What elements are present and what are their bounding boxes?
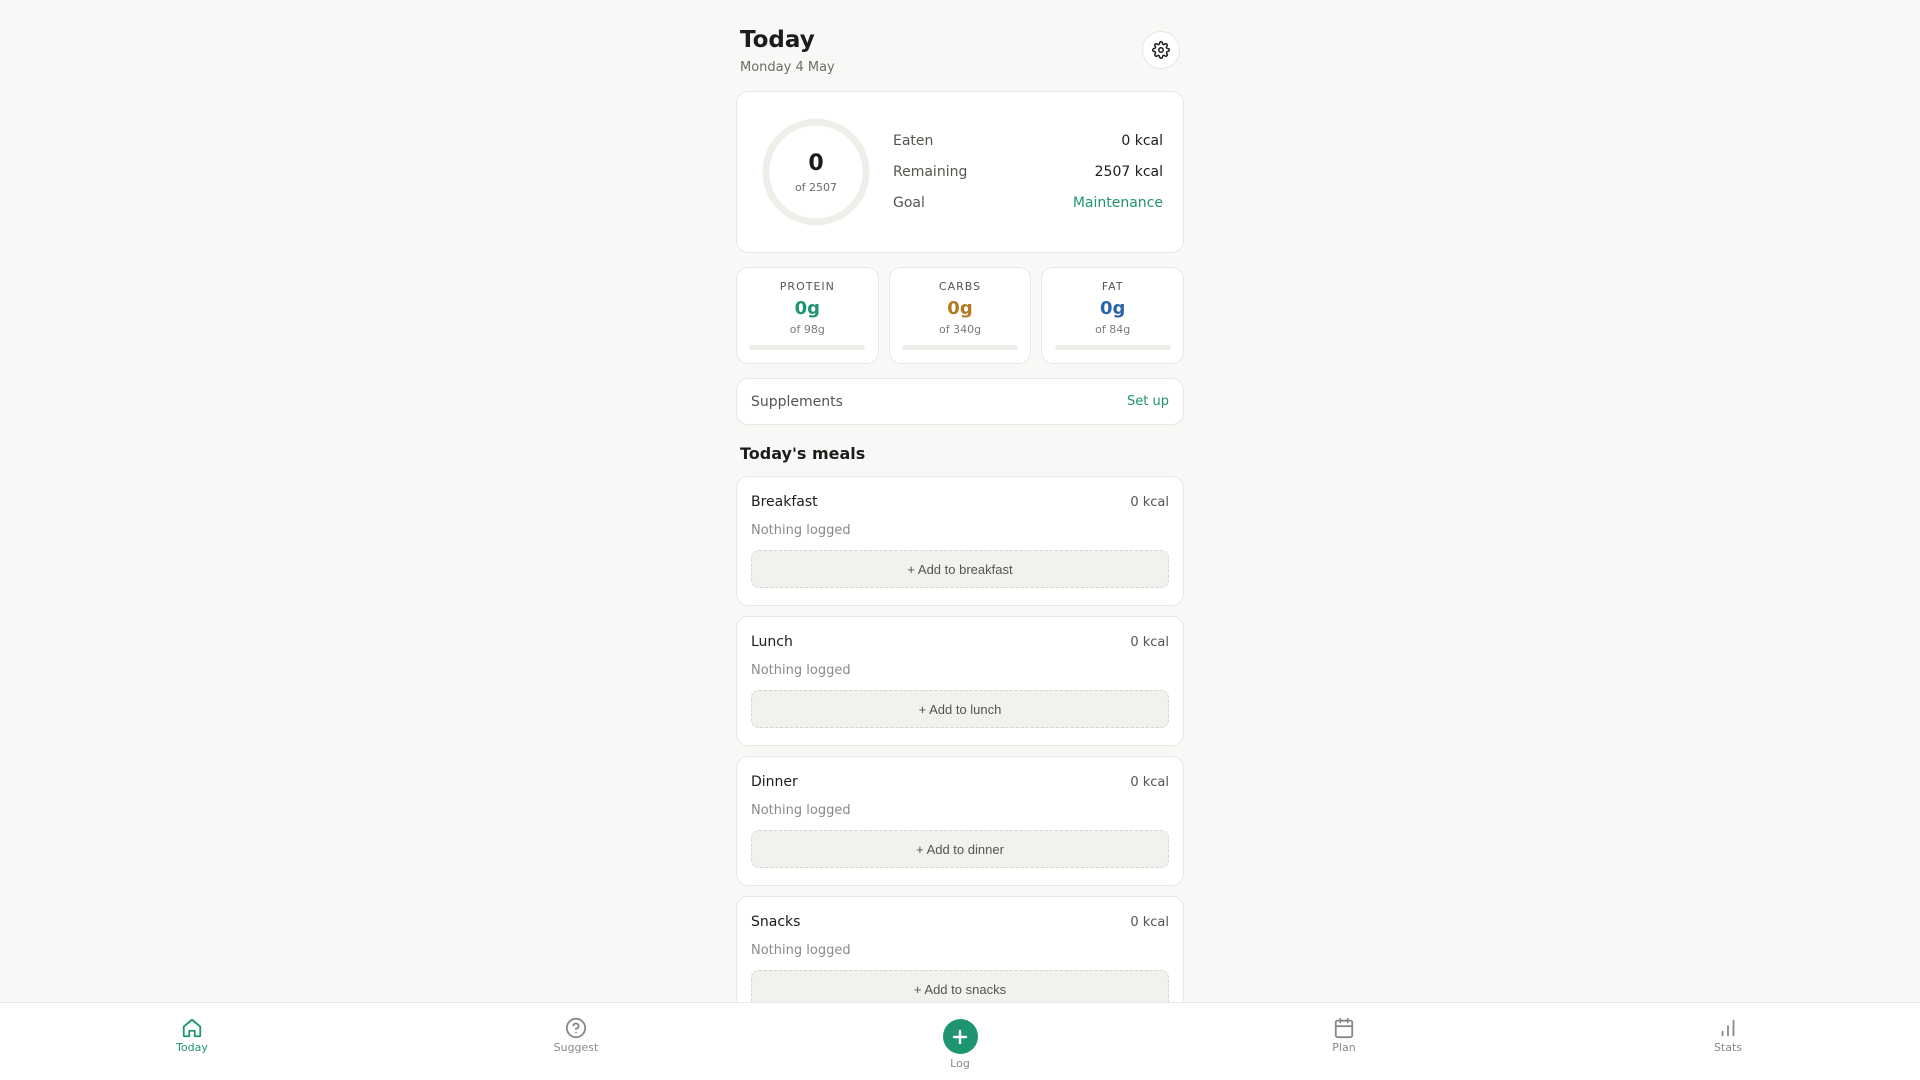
page-date: Monday 4 May [740, 60, 835, 75]
meal-empty-text: Nothing logged [751, 663, 851, 678]
plus-icon [952, 1029, 968, 1044]
macro-card-carbs: CARBS 0g of 340g [888, 267, 1032, 364]
add-to-breakfast-button[interactable]: + Add to breakfast [751, 550, 1169, 588]
macro-label: FAT [1101, 280, 1124, 293]
meal-name: Snacks [751, 914, 801, 930]
supplements-card[interactable]: Supplements Set up [736, 378, 1184, 425]
bar-chart-icon [1721, 1019, 1735, 1037]
nav-label: Stats [1713, 1041, 1743, 1054]
page-header: Today Monday 4 May [736, 0, 1184, 91]
nav-label: Today [176, 1041, 208, 1054]
calories-eaten-value: 0 [808, 150, 824, 176]
nav-item-suggest[interactable]: Suggest [516, 1017, 636, 1054]
remaining-label: Remaining [893, 164, 968, 180]
meal-name: Dinner [751, 774, 798, 790]
goal-link[interactable]: Maintenance [1073, 195, 1163, 211]
gear-icon [1152, 41, 1170, 59]
macro-card-fat: FAT 0g of 84g [1041, 267, 1184, 364]
meal-empty-text: Nothing logged [751, 943, 851, 958]
macro-target: of 98g [789, 323, 825, 336]
nav-item-stats[interactable]: Stats [1668, 1017, 1788, 1054]
meal-name: Lunch [751, 634, 793, 650]
eaten-row: Eaten 0 kcal [893, 126, 1163, 157]
home-icon [182, 1018, 202, 1038]
nav-item-plan[interactable]: Plan [1284, 1017, 1404, 1054]
add-to-lunch-button[interactable]: + Add to lunch [751, 690, 1169, 728]
calories-target-label: of 2507 [794, 180, 838, 194]
macro-progress-bar [902, 345, 1018, 350]
eaten-value: 0 kcal [1121, 133, 1163, 149]
calorie-details: Eaten 0 kcal Remaining 2507 kcal Goal Ma… [893, 126, 1163, 219]
nav-label: Log [950, 1057, 970, 1070]
meal-kcal: 0 kcal [1130, 494, 1169, 510]
main-content: Today Monday 4 May 0 of 2507 Eaten 0 kca… [736, 0, 1184, 1002]
goal-label: Goal [893, 195, 925, 211]
macro-cards: PROTEIN 0g of 98g CARBS 0g of 340g FAT 0… [736, 267, 1184, 364]
eaten-label: Eaten [893, 133, 934, 149]
remaining-value: 2507 kcal [1094, 164, 1163, 180]
bottom-nav: Today Suggest Log Plan Stats [0, 1002, 1920, 1080]
nav-item-today[interactable]: Today [132, 1017, 252, 1054]
calorie-ring: 0 of 2507 [761, 117, 871, 227]
meal-card-breakfast: Breakfast 0 kcal Nothing logged + Add to… [736, 476, 1184, 606]
macro-target: of 84g [1095, 323, 1131, 336]
page-title: Today [740, 27, 815, 53]
add-to-dinner-button[interactable]: + Add to dinner [751, 830, 1169, 868]
meal-card-snacks: Snacks 0 kcal Nothing logged + Add to sn… [736, 896, 1184, 1002]
meal-card-dinner: Dinner 0 kcal Nothing logged + Add to di… [736, 756, 1184, 886]
macro-value: 0g [947, 298, 973, 319]
meal-kcal: 0 kcal [1130, 634, 1169, 650]
macro-value: 0g [1099, 298, 1126, 319]
macro-label: PROTEIN [779, 280, 835, 293]
macro-value: 0g [794, 298, 821, 319]
meal-name: Breakfast [751, 494, 818, 510]
meal-card-lunch: Lunch 0 kcal Nothing logged + Add to lun… [736, 616, 1184, 746]
add-to-snacks-button[interactable]: + Add to snacks [751, 970, 1169, 1002]
help-circle-icon [565, 1017, 587, 1039]
nav-label: Suggest [553, 1041, 599, 1054]
goal-row: Goal Maintenance [893, 188, 1163, 219]
remaining-row: Remaining 2507 kcal [893, 157, 1163, 188]
supplements-label: Supplements [751, 393, 843, 410]
supplements-setup-link[interactable]: Set up [1127, 394, 1169, 409]
nav-label: Plan [1332, 1041, 1356, 1054]
nav-item-log[interactable]: Log [900, 1019, 1020, 1070]
macro-progress-bar [1054, 345, 1171, 350]
meal-kcal: 0 kcal [1130, 914, 1169, 930]
log-button[interactable] [942, 1019, 978, 1054]
calendar-icon [1334, 1017, 1354, 1039]
macro-progress-bar [749, 345, 866, 350]
meal-empty-text: Nothing logged [751, 523, 851, 538]
macro-target: of 340g [938, 323, 982, 336]
settings-button[interactable] [1142, 31, 1180, 69]
meal-empty-text: Nothing logged [751, 803, 851, 818]
calorie-summary-card: 0 of 2507 Eaten 0 kcal Remaining 2507 kc… [736, 91, 1184, 253]
meal-kcal: 0 kcal [1130, 774, 1169, 790]
meals-section-title: Today's meals [740, 444, 866, 463]
macro-card-protein: PROTEIN 0g of 98g [736, 267, 879, 364]
macro-label: CARBS [938, 280, 982, 293]
